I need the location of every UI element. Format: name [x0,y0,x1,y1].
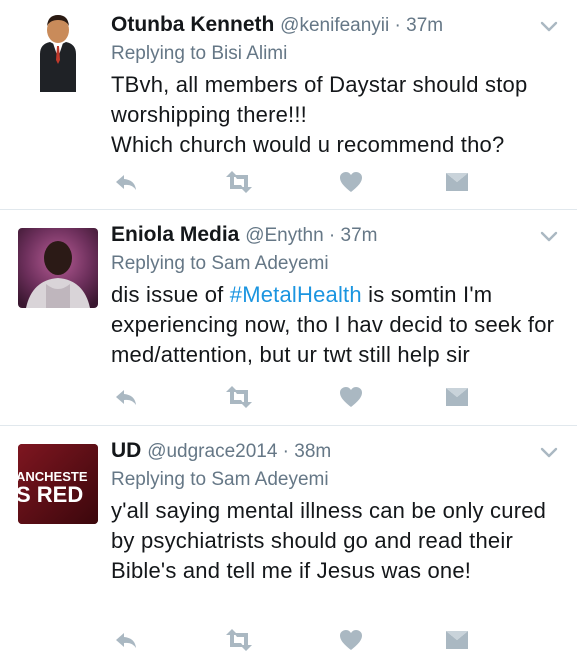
replying-to-user[interactable]: Bisi Alimi [211,43,287,64]
like-icon[interactable] [338,170,364,194]
tweet-header: Eniola Media @Enythn · 37m [111,220,537,250]
manchester-reds-banner-avatar-icon: ANCHESTE S RED [18,444,98,524]
user-handle[interactable]: @Enythn [245,225,323,246]
tweet[interactable]: Otunba Kenneth @kenifeanyii · 37m Replyi… [0,0,577,210]
replying-to-user[interactable]: Sam Adeyemi [211,469,328,490]
timestamp[interactable]: 37m [341,225,378,246]
replying-to: Replying to Sam Adeyemi [111,252,329,276]
avatar-banner-text: S RED [18,482,83,507]
tweet[interactable]: ANCHESTE S RED UD @udgrace2014 · 38m Rep… [0,426,577,659]
direct-message-icon[interactable] [444,385,470,409]
tweet-text: dis issue of #MetalHealth is somtin I'm … [111,280,566,370]
display-name[interactable]: Otunba Kenneth [111,13,274,36]
retweet-icon[interactable] [224,628,252,652]
user-handle[interactable]: @kenifeanyii [280,15,389,36]
reply-icon[interactable] [113,170,139,194]
photo-avatar-icon [18,228,98,308]
display-name[interactable]: UD [111,439,141,462]
chevron-down-icon[interactable] [537,440,561,464]
timestamp[interactable]: 38m [294,441,331,462]
separator: · [277,441,295,462]
tweet-text-body: y'all saying mental illness can be only … [111,498,547,583]
separator: · [323,225,341,246]
hashtag-link[interactable]: #MetalHealth [230,282,362,307]
tweet-text-body: TBvh, all members of Daystar should stop… [111,72,528,157]
replying-to-prefix: Replying to [111,469,212,490]
replying-to: Replying to Sam Adeyemi [111,468,329,492]
tweet-actions [111,628,471,652]
like-icon[interactable] [338,628,364,652]
reply-icon[interactable] [113,385,139,409]
user-handle[interactable]: @udgrace2014 [147,441,277,462]
timestamp[interactable]: 37m [406,15,443,36]
tweet-timeline: Otunba Kenneth @kenifeanyii · 37m Replyi… [0,0,577,659]
tweet-actions [111,385,471,409]
replying-to: Replying to Bisi Alimi [111,42,287,66]
tweet-text: TBvh, all members of Daystar should stop… [111,70,566,160]
retweet-icon[interactable] [224,170,252,194]
tweet[interactable]: Eniola Media @Enythn · 37m Replying to S… [0,210,577,426]
tweet-text: y'all saying mental illness can be only … [111,496,566,586]
avatar[interactable] [18,12,98,92]
replying-to-prefix: Replying to [111,253,212,274]
chevron-down-icon[interactable] [537,14,561,38]
tweet-text-body: dis issue of [111,282,230,307]
avatar[interactable]: ANCHESTE S RED [18,444,98,524]
display-name[interactable]: Eniola Media [111,223,239,246]
tweet-actions [111,170,471,194]
replying-to-user[interactable]: Sam Adeyemi [211,253,328,274]
replying-to-prefix: Replying to [111,43,212,64]
cartoon-man-suit-avatar-icon [40,15,76,92]
direct-message-icon[interactable] [444,628,470,652]
separator: · [389,15,407,36]
chevron-down-icon[interactable] [537,224,561,248]
direct-message-icon[interactable] [444,170,470,194]
reply-icon[interactable] [113,628,139,652]
like-icon[interactable] [338,385,364,409]
retweet-icon[interactable] [224,385,252,409]
tweet-header: UD @udgrace2014 · 38m [111,436,537,466]
avatar[interactable] [18,228,98,308]
tweet-header: Otunba Kenneth @kenifeanyii · 37m [111,10,537,40]
